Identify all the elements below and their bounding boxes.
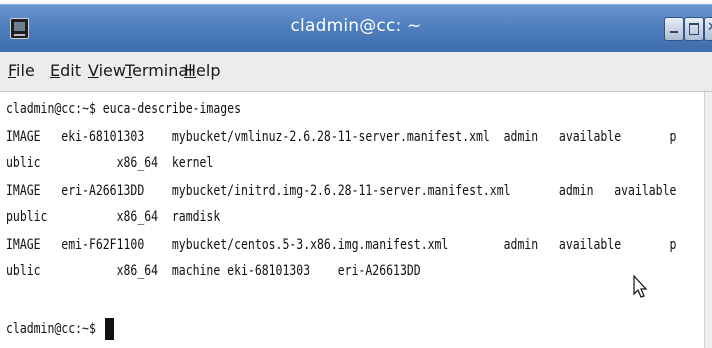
menu-file[interactable]: File xyxy=(8,61,35,80)
mouse-pointer-icon xyxy=(633,275,648,298)
terminal-line: IMAGE emi-F62F1100 mybucket/centos.5-3.x… xyxy=(6,237,677,253)
title-bar[interactable]: cladmin@cc: ~ ✕ xyxy=(0,4,712,53)
terminal-line: cladmin@cc:~$ euca-describe-images xyxy=(6,101,241,117)
menu-edit[interactable]: Edit xyxy=(50,61,81,80)
terminal-scrollbar[interactable] xyxy=(704,92,712,348)
window-title: cladmin@cc: ~ xyxy=(290,16,422,36)
close-icon: ✕ xyxy=(707,20,712,36)
menu-view[interactable]: View xyxy=(88,61,126,80)
terminal-line: ublic x86_64 machine eki-68101303 eri-A2… xyxy=(6,263,421,279)
text-cursor xyxy=(105,318,114,340)
menu-bar: File Edit View Terminal Help xyxy=(0,52,712,92)
terminal-line: IMAGE eri-A26613DD mybucket/initrd.img-2… xyxy=(6,183,677,199)
terminal-line: IMAGE eki-68101303 mybucket/vmlinuz-2.6.… xyxy=(6,129,677,145)
maximize-button[interactable] xyxy=(684,17,704,41)
terminal-line: ublic x86_64 kernel xyxy=(6,155,214,171)
menu-help[interactable]: Help xyxy=(184,61,220,80)
minimize-icon xyxy=(670,31,678,33)
close-button[interactable]: ✕ xyxy=(704,17,712,41)
terminal-prompt: cladmin@cc:~$ xyxy=(6,321,103,337)
maximize-icon xyxy=(689,23,699,35)
terminal-line: public x86_64 ramdisk xyxy=(6,209,221,225)
terminal-window: cladmin@cc: ~ ✕ File Edit View Terminal … xyxy=(0,0,712,348)
menu-terminal[interactable]: Terminal xyxy=(125,61,193,80)
minimize-button[interactable] xyxy=(664,17,684,41)
